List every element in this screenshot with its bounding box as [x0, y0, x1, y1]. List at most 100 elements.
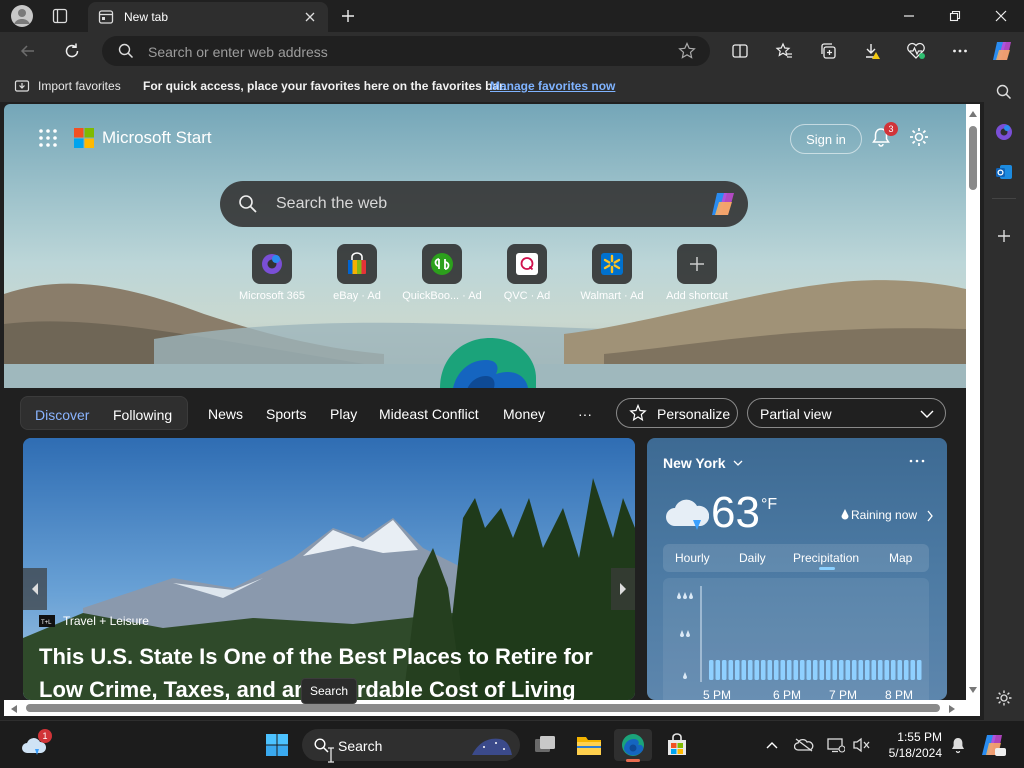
hour-label: 5 PM — [703, 688, 732, 700]
weather-more-icon[interactable] — [909, 458, 925, 464]
page-settings-icon[interactable] — [908, 126, 934, 152]
shortcut-ebay[interactable]: eBay · Ad — [314, 244, 400, 306]
weather-city[interactable]: New York — [663, 455, 726, 471]
collections-icon[interactable] — [816, 39, 840, 63]
onedrive-offline-icon[interactable] — [792, 729, 816, 761]
weather-card[interactable]: New York 63 °F Raining now Hourly Daily … — [647, 438, 947, 700]
horizontal-scrollbar[interactable] — [4, 700, 980, 716]
nav-link-news[interactable]: News — [208, 406, 243, 422]
microsoft-store-button[interactable] — [658, 729, 696, 761]
news-card[interactable]: T+L Travel + Leisure This U.S. State Is … — [23, 438, 635, 700]
sidebar-search-icon[interactable] — [992, 80, 1016, 104]
close-window-button[interactable] — [978, 0, 1024, 32]
nav-link-mideast-conflict[interactable]: Mideast Conflict — [379, 406, 479, 422]
precipitation-bar — [832, 660, 837, 680]
nav-link-sports[interactable]: Sports — [266, 406, 306, 422]
hour-label: 8 PM — [885, 688, 914, 700]
vertical-scroll-thumb[interactable] — [969, 126, 977, 190]
notifications-bell-icon[interactable]: 3 — [870, 122, 898, 152]
shortcut-add[interactable]: Add shortcut — [654, 244, 740, 306]
profile-avatar[interactable] — [10, 4, 34, 28]
start-button[interactable] — [258, 729, 296, 761]
scroll-right-icon[interactable] — [948, 704, 956, 714]
file-explorer-button[interactable] — [570, 729, 608, 761]
tab-new-tab[interactable]: New tab — [88, 2, 328, 32]
shortcut-quickbooks[interactable]: QuickBoo... · Ad — [399, 244, 485, 306]
new-tab-button[interactable] — [336, 4, 360, 28]
manage-favorites-link[interactable]: Manage favorites now — [490, 79, 615, 93]
weather-condition-link[interactable]: Raining now — [851, 508, 917, 522]
vertical-tabs-icon[interactable] — [48, 4, 72, 28]
weather-tab-hourly[interactable]: Hourly — [675, 551, 710, 565]
edge-logo-icon — [440, 338, 536, 394]
network-icon[interactable] — [824, 729, 848, 761]
tab-following[interactable]: Following — [113, 407, 172, 423]
nav-more-button[interactable]: ··· — [578, 406, 592, 422]
back-button[interactable] — [16, 39, 40, 63]
text-cursor-icon — [328, 747, 334, 763]
show-hidden-icons-button[interactable] — [760, 729, 784, 761]
outlook-icon[interactable] — [992, 160, 1016, 184]
restore-button[interactable] — [932, 0, 978, 32]
weather-tab-map[interactable]: Map — [889, 551, 912, 565]
edge-taskbar-button[interactable] — [614, 729, 652, 762]
apps-launcher-icon[interactable] — [38, 128, 58, 148]
close-tab-icon[interactable] — [304, 11, 316, 23]
widgets-weather-button[interactable]: 1 — [14, 729, 54, 761]
downloads-icon[interactable] — [860, 39, 884, 63]
web-search-box[interactable]: Search the web — [220, 181, 748, 227]
personalize-button[interactable]: Personalize — [616, 398, 738, 428]
system-clock[interactable]: 1:55 PM 5/18/2024 — [884, 729, 942, 761]
copilot-search-icon[interactable] — [708, 190, 738, 218]
microsoft-start-logo[interactable]: Microsoft Start — [74, 126, 212, 150]
next-story-button[interactable] — [611, 568, 635, 610]
more-menu-icon[interactable] — [948, 39, 972, 63]
sign-in-button[interactable]: Sign in — [790, 124, 862, 154]
scroll-left-icon[interactable] — [10, 704, 18, 714]
tab-discover[interactable]: Discover — [35, 407, 89, 423]
view-mode-select[interactable]: Partial view — [747, 398, 946, 428]
precipitation-bar — [722, 660, 727, 680]
scroll-down-icon[interactable] — [968, 686, 978, 694]
chevron-down-icon[interactable] — [733, 459, 743, 467]
sidebar-add-icon[interactable] — [992, 224, 1016, 248]
import-favorites-button[interactable]: Import favorites — [38, 79, 121, 93]
precipitation-bar — [904, 660, 909, 680]
weather-tab-daily[interactable]: Daily — [739, 551, 766, 565]
minimize-button[interactable] — [886, 0, 932, 32]
horizontal-scroll-thumb[interactable] — [26, 704, 940, 712]
copilot-icon[interactable] — [988, 37, 1016, 65]
vertical-scrollbar[interactable] — [966, 104, 980, 700]
precipitation-bar — [871, 660, 876, 680]
shortcut-walmart[interactable]: Walmart · Ad — [569, 244, 655, 306]
scroll-up-icon[interactable] — [968, 110, 978, 118]
nav-link-money[interactable]: Money — [503, 406, 545, 422]
precipitation-bar — [819, 660, 824, 680]
notification-center-icon[interactable] — [946, 729, 970, 761]
microsoft-365-icon[interactable] — [992, 120, 1016, 144]
clock-time: 1:55 PM — [897, 730, 942, 744]
volume-muted-icon[interactable] — [850, 729, 874, 761]
split-screen-icon[interactable] — [728, 39, 752, 63]
shortcut-microsoft-365[interactable]: Microsoft 365 — [229, 244, 315, 306]
sidebar-settings-icon[interactable] — [992, 686, 1016, 710]
address-bar[interactable]: Search or enter web address — [102, 36, 710, 66]
shortcut-qvc[interactable]: QVC · Ad — [484, 244, 570, 306]
background-hero: Microsoft Start Sign in 3 Search the web — [4, 104, 966, 394]
nav-link-play[interactable]: Play — [330, 406, 357, 422]
copilot-taskbar-icon[interactable] — [976, 729, 1010, 761]
personalize-label: Personalize — [657, 406, 731, 422]
web-content: Microsoft Start Sign in 3 Search the web — [4, 104, 966, 700]
chevron-up-icon — [766, 742, 778, 749]
precipitation-bar — [917, 660, 922, 680]
precipitation-chart: 5 PM 6 PM 7 PM 8 PM — [663, 578, 929, 700]
task-view-button[interactable] — [526, 729, 564, 761]
precipitation-bar — [774, 660, 779, 680]
favorite-star-icon[interactable] — [678, 42, 696, 60]
previous-story-button[interactable] — [23, 568, 47, 610]
favorites-hint: For quick access, place your favorites h… — [143, 79, 507, 93]
browser-essentials-icon[interactable] — [904, 39, 928, 63]
weather-tab-precipitation[interactable]: Precipitation — [793, 551, 859, 565]
refresh-button[interactable] — [60, 39, 84, 63]
favorites-icon[interactable] — [772, 39, 796, 63]
